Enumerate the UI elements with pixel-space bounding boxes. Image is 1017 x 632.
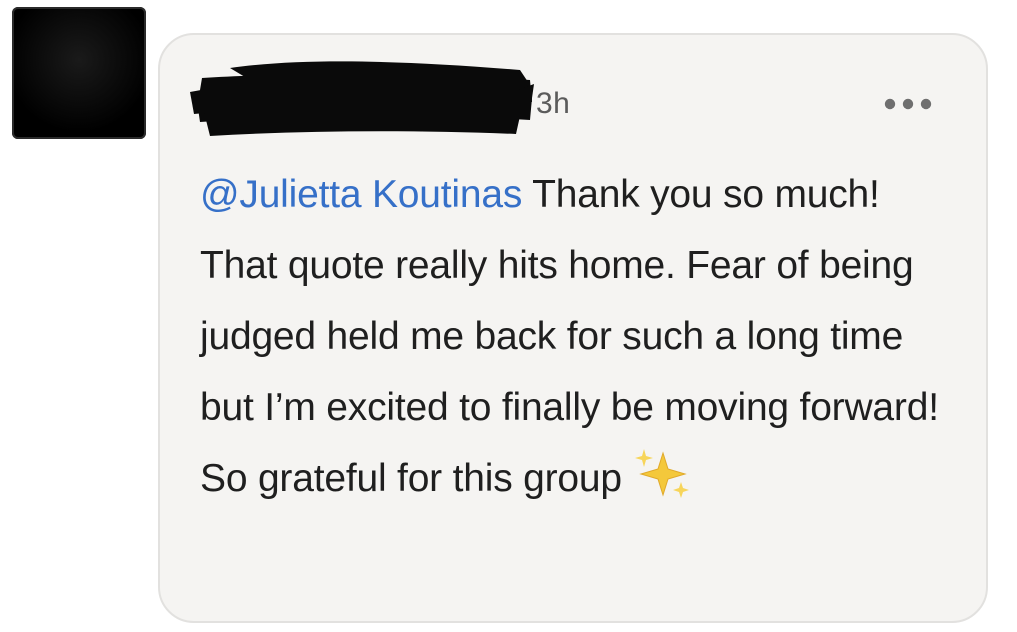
sparkles-icon <box>634 449 689 498</box>
avatar[interactable] <box>12 7 146 139</box>
comment-text: Thank you so much! That quote really hit… <box>200 173 939 500</box>
comment-bubble: 3h @Julietta Koutinas Thank you so much!… <box>158 33 988 623</box>
more-horizontal-icon[interactable] <box>880 91 936 117</box>
author-name-redaction <box>190 61 534 136</box>
comment-body: @Julietta Koutinas Thank you so much! Th… <box>200 159 960 514</box>
comment-timestamp: 3h <box>536 87 571 120</box>
mention-link[interactable]: @Julietta Koutinas <box>200 173 522 216</box>
